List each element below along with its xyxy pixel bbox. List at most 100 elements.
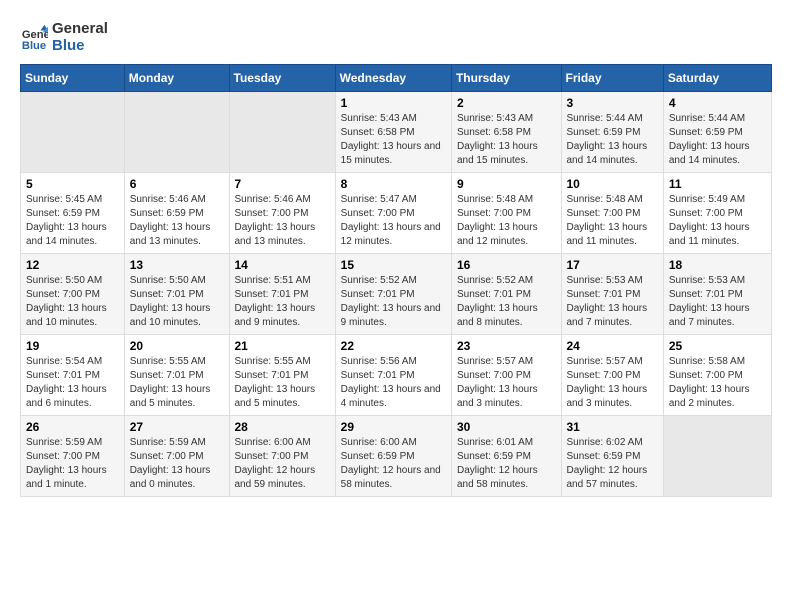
cell-info: Sunrise: 5:59 AMSunset: 7:00 PMDaylight:… <box>130 437 211 490</box>
calendar-cell: 17 Sunrise: 5:53 AMSunset: 7:01 PMDaylig… <box>561 254 663 335</box>
calendar-cell: 24 Sunrise: 5:57 AMSunset: 7:00 PMDaylig… <box>561 335 663 416</box>
cell-info: Sunrise: 5:50 AMSunset: 7:00 PMDaylight:… <box>26 275 107 328</box>
day-number: 16 <box>457 258 556 272</box>
calendar-week-row: 26 Sunrise: 5:59 AMSunset: 7:00 PMDaylig… <box>21 416 772 497</box>
cell-info: Sunrise: 5:59 AMSunset: 7:00 PMDaylight:… <box>26 437 107 490</box>
svg-text:Blue: Blue <box>22 40 46 51</box>
header: General Blue General Blue <box>20 20 772 54</box>
day-header-saturday: Saturday <box>663 65 771 92</box>
day-number: 31 <box>567 420 658 434</box>
day-number: 14 <box>235 258 330 272</box>
day-number: 27 <box>130 420 224 434</box>
calendar-cell: 20 Sunrise: 5:55 AMSunset: 7:01 PMDaylig… <box>124 335 229 416</box>
calendar-cell: 3 Sunrise: 5:44 AMSunset: 6:59 PMDayligh… <box>561 92 663 173</box>
calendar-week-row: 19 Sunrise: 5:54 AMSunset: 7:01 PMDaylig… <box>21 335 772 416</box>
cell-info: Sunrise: 5:52 AMSunset: 7:01 PMDaylight:… <box>457 275 538 328</box>
day-number: 9 <box>457 177 556 191</box>
calendar-cell: 31 Sunrise: 6:02 AMSunset: 6:59 PMDaylig… <box>561 416 663 497</box>
day-number: 5 <box>26 177 119 191</box>
day-number: 6 <box>130 177 224 191</box>
cell-info: Sunrise: 5:45 AMSunset: 6:59 PMDaylight:… <box>26 194 107 247</box>
day-number: 26 <box>26 420 119 434</box>
calendar-cell: 18 Sunrise: 5:53 AMSunset: 7:01 PMDaylig… <box>663 254 771 335</box>
logo-blue: Blue <box>52 37 108 54</box>
day-number: 22 <box>341 339 446 353</box>
calendar-cell <box>229 92 335 173</box>
cell-info: Sunrise: 6:01 AMSunset: 6:59 PMDaylight:… <box>457 437 538 490</box>
cell-info: Sunrise: 5:57 AMSunset: 7:00 PMDaylight:… <box>567 356 648 409</box>
day-header-friday: Friday <box>561 65 663 92</box>
calendar-cell: 4 Sunrise: 5:44 AMSunset: 6:59 PMDayligh… <box>663 92 771 173</box>
calendar-header-row: SundayMondayTuesdayWednesdayThursdayFrid… <box>21 65 772 92</box>
calendar-cell: 25 Sunrise: 5:58 AMSunset: 7:00 PMDaylig… <box>663 335 771 416</box>
cell-info: Sunrise: 5:50 AMSunset: 7:01 PMDaylight:… <box>130 275 211 328</box>
calendar-cell: 6 Sunrise: 5:46 AMSunset: 6:59 PMDayligh… <box>124 173 229 254</box>
day-header-sunday: Sunday <box>21 65 125 92</box>
calendar-cell <box>124 92 229 173</box>
day-number: 10 <box>567 177 658 191</box>
day-number: 2 <box>457 96 556 110</box>
calendar-table: SundayMondayTuesdayWednesdayThursdayFrid… <box>20 64 772 497</box>
calendar-cell <box>663 416 771 497</box>
calendar-cell: 27 Sunrise: 5:59 AMSunset: 7:00 PMDaylig… <box>124 416 229 497</box>
cell-info: Sunrise: 5:55 AMSunset: 7:01 PMDaylight:… <box>130 356 211 409</box>
cell-info: Sunrise: 5:46 AMSunset: 7:00 PMDaylight:… <box>235 194 316 247</box>
calendar-cell: 9 Sunrise: 5:48 AMSunset: 7:00 PMDayligh… <box>451 173 561 254</box>
day-number: 24 <box>567 339 658 353</box>
cell-info: Sunrise: 5:48 AMSunset: 7:00 PMDaylight:… <box>457 194 538 247</box>
cell-info: Sunrise: 5:44 AMSunset: 6:59 PMDaylight:… <box>669 113 750 166</box>
calendar-cell: 29 Sunrise: 6:00 AMSunset: 6:59 PMDaylig… <box>335 416 451 497</box>
cell-info: Sunrise: 5:58 AMSunset: 7:00 PMDaylight:… <box>669 356 750 409</box>
calendar-cell: 13 Sunrise: 5:50 AMSunset: 7:01 PMDaylig… <box>124 254 229 335</box>
day-number: 21 <box>235 339 330 353</box>
calendar-cell <box>21 92 125 173</box>
calendar-cell: 11 Sunrise: 5:49 AMSunset: 7:00 PMDaylig… <box>663 173 771 254</box>
day-number: 12 <box>26 258 119 272</box>
day-number: 13 <box>130 258 224 272</box>
calendar-week-row: 12 Sunrise: 5:50 AMSunset: 7:00 PMDaylig… <box>21 254 772 335</box>
day-number: 1 <box>341 96 446 110</box>
cell-info: Sunrise: 6:00 AMSunset: 7:00 PMDaylight:… <box>235 437 316 490</box>
day-number: 11 <box>669 177 766 191</box>
cell-info: Sunrise: 5:54 AMSunset: 7:01 PMDaylight:… <box>26 356 107 409</box>
day-number: 29 <box>341 420 446 434</box>
calendar-cell: 28 Sunrise: 6:00 AMSunset: 7:00 PMDaylig… <box>229 416 335 497</box>
day-number: 7 <box>235 177 330 191</box>
cell-info: Sunrise: 5:55 AMSunset: 7:01 PMDaylight:… <box>235 356 316 409</box>
cell-info: Sunrise: 5:57 AMSunset: 7:00 PMDaylight:… <box>457 356 538 409</box>
cell-info: Sunrise: 5:52 AMSunset: 7:01 PMDaylight:… <box>341 275 441 328</box>
cell-info: Sunrise: 5:56 AMSunset: 7:01 PMDaylight:… <box>341 356 441 409</box>
logo: General Blue General Blue <box>20 20 108 54</box>
calendar-cell: 22 Sunrise: 5:56 AMSunset: 7:01 PMDaylig… <box>335 335 451 416</box>
day-number: 20 <box>130 339 224 353</box>
calendar-cell: 10 Sunrise: 5:48 AMSunset: 7:00 PMDaylig… <box>561 173 663 254</box>
calendar-cell: 5 Sunrise: 5:45 AMSunset: 6:59 PMDayligh… <box>21 173 125 254</box>
cell-info: Sunrise: 6:02 AMSunset: 6:59 PMDaylight:… <box>567 437 648 490</box>
day-header-tuesday: Tuesday <box>229 65 335 92</box>
day-number: 8 <box>341 177 446 191</box>
calendar-cell: 21 Sunrise: 5:55 AMSunset: 7:01 PMDaylig… <box>229 335 335 416</box>
calendar-cell: 30 Sunrise: 6:01 AMSunset: 6:59 PMDaylig… <box>451 416 561 497</box>
calendar-cell: 12 Sunrise: 5:50 AMSunset: 7:00 PMDaylig… <box>21 254 125 335</box>
calendar-cell: 15 Sunrise: 5:52 AMSunset: 7:01 PMDaylig… <box>335 254 451 335</box>
calendar-cell: 1 Sunrise: 5:43 AMSunset: 6:58 PMDayligh… <box>335 92 451 173</box>
day-header-thursday: Thursday <box>451 65 561 92</box>
calendar-week-row: 1 Sunrise: 5:43 AMSunset: 6:58 PMDayligh… <box>21 92 772 173</box>
calendar-cell: 19 Sunrise: 5:54 AMSunset: 7:01 PMDaylig… <box>21 335 125 416</box>
day-number: 3 <box>567 96 658 110</box>
day-header-wednesday: Wednesday <box>335 65 451 92</box>
calendar-cell: 2 Sunrise: 5:43 AMSunset: 6:58 PMDayligh… <box>451 92 561 173</box>
day-number: 17 <box>567 258 658 272</box>
cell-info: Sunrise: 5:53 AMSunset: 7:01 PMDaylight:… <box>669 275 750 328</box>
cell-info: Sunrise: 5:48 AMSunset: 7:00 PMDaylight:… <box>567 194 648 247</box>
cell-info: Sunrise: 5:46 AMSunset: 6:59 PMDaylight:… <box>130 194 211 247</box>
day-number: 25 <box>669 339 766 353</box>
cell-info: Sunrise: 5:51 AMSunset: 7:01 PMDaylight:… <box>235 275 316 328</box>
logo-icon: General Blue <box>20 23 48 51</box>
cell-info: Sunrise: 6:00 AMSunset: 6:59 PMDaylight:… <box>341 437 441 490</box>
day-number: 28 <box>235 420 330 434</box>
cell-info: Sunrise: 5:43 AMSunset: 6:58 PMDaylight:… <box>457 113 538 166</box>
cell-info: Sunrise: 5:53 AMSunset: 7:01 PMDaylight:… <box>567 275 648 328</box>
day-header-monday: Monday <box>124 65 229 92</box>
logo-general: General <box>52 20 108 37</box>
